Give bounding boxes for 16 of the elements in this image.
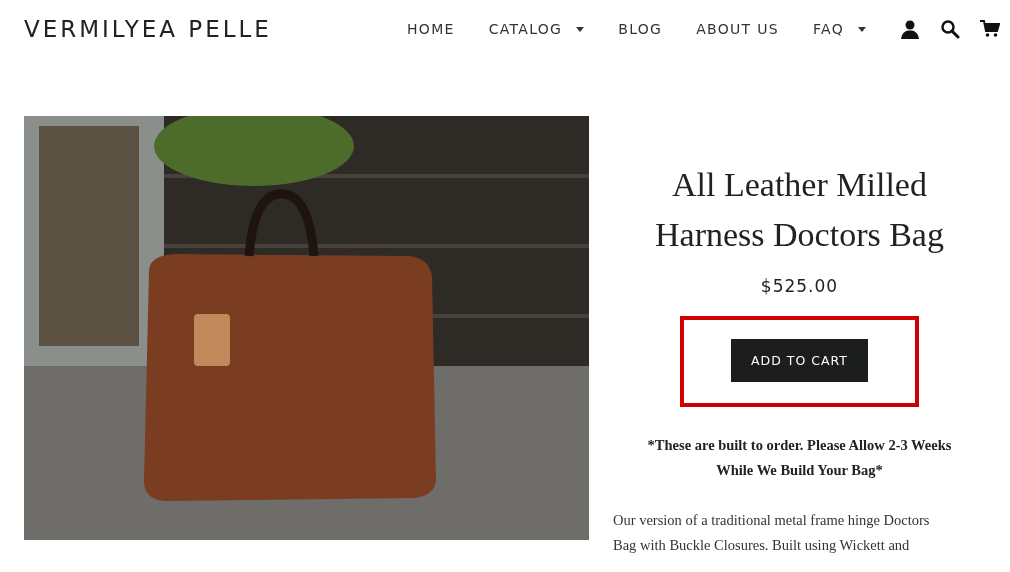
nav-link[interactable]: CATALOG: [488, 21, 585, 37]
product-price: $525.00: [760, 276, 839, 296]
product-title: All Leather Milled Harness Doctors Bag: [654, 165, 945, 255]
search-icon[interactable]: [940, 19, 960, 39]
nav-link[interactable]: FAQ: [812, 21, 866, 37]
caret-icon[interactable]: [576, 26, 585, 32]
store-logo[interactable]: VERMILYEA PELLE: [24, 16, 272, 42]
cart-icon[interactable]: [980, 19, 1000, 39]
nav-link[interactable]: ABOUT US: [696, 21, 779, 37]
add-to-cart-button[interactable]: ADD TO CART: [731, 339, 868, 382]
caret-icon[interactable]: [858, 26, 866, 32]
nav-link[interactable]: HOME: [407, 21, 455, 37]
product-description: Our version of a traditional metal frame hinge Doctors Bag with Buckle Closures. Built using Wickett and: [612, 511, 930, 555]
order-notice: *These are built to order. Please Allow 2-3 Weeks While We Build Your Bag*: [646, 436, 953, 480]
nav-link[interactable]: BLOG: [618, 21, 663, 37]
account-icon[interactable]: [900, 19, 920, 39]
